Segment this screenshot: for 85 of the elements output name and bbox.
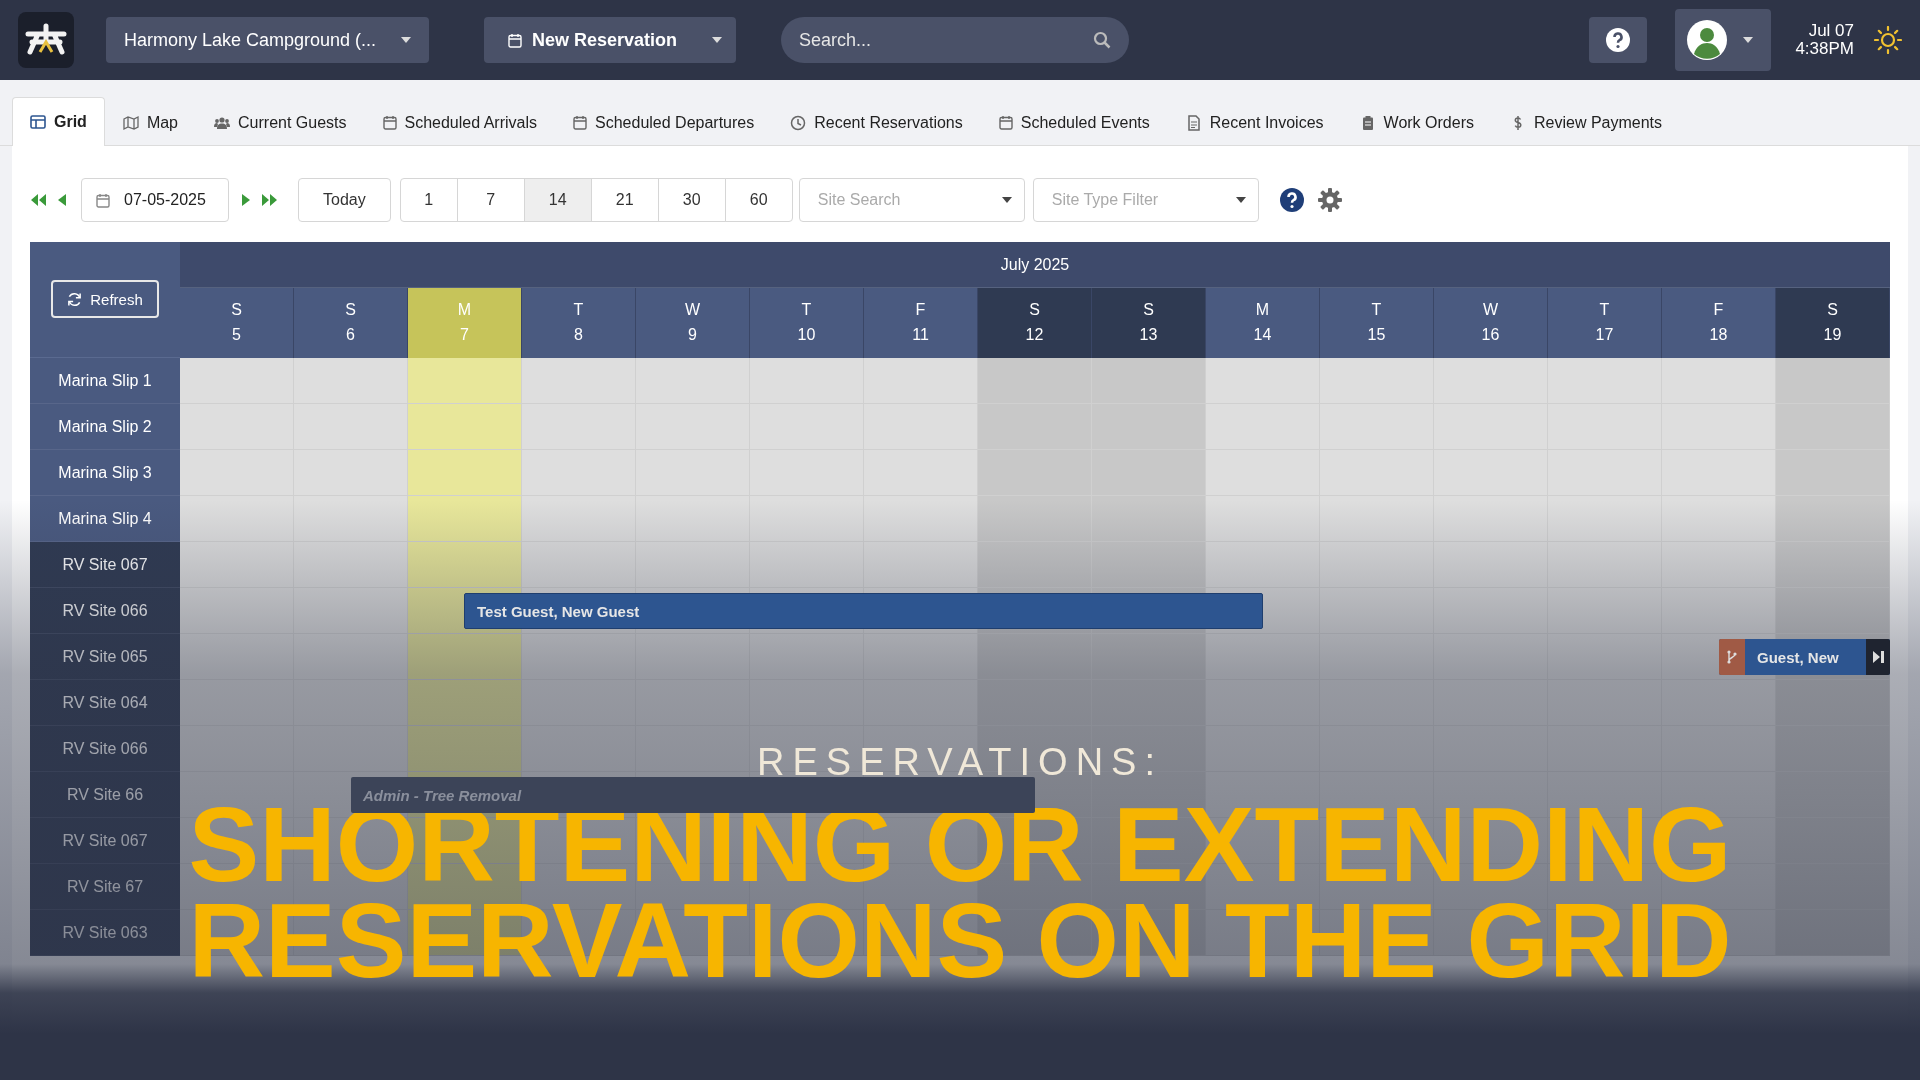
tab[interactable]: Recent Reservations <box>772 98 981 146</box>
split-icon <box>1727 650 1737 664</box>
new-reservation-button[interactable]: New Reservation <box>484 17 736 63</box>
skip-end-icon <box>1872 651 1884 663</box>
tab[interactable]: Scheduled Events <box>980 98 1168 146</box>
users-icon <box>214 114 230 131</box>
clock-icon <box>790 114 807 131</box>
site-label[interactable]: RV Site 067 <box>30 818 180 864</box>
day-header: M 7 <box>408 288 522 358</box>
period-button[interactable]: 60 <box>724 178 793 222</box>
sun-icon[interactable] <box>1874 26 1902 54</box>
help-icon <box>1605 27 1632 53</box>
tab[interactable]: Map <box>104 98 196 146</box>
date-field[interactable]: 07-05-2025 <box>81 178 229 222</box>
tab[interactable]: Scheduled Arrivals <box>364 98 555 146</box>
site-label[interactable]: RV Site 065 <box>30 634 180 680</box>
refresh-icon <box>67 291 83 307</box>
reservation-bar[interactable]: Test Guest, New Guest <box>464 593 1263 629</box>
period-button[interactable]: 30 <box>657 178 726 222</box>
caret-icon <box>401 37 411 43</box>
day-header: W 16 <box>1434 288 1548 358</box>
day-header: T 8 <box>522 288 636 358</box>
site-label[interactable]: RV Site 067 <box>30 542 180 588</box>
campground-dropdown[interactable]: Harmony Lake Campground (... <box>106 17 429 63</box>
day-header: S 19 <box>1776 288 1890 358</box>
caret-icon <box>1235 197 1246 203</box>
day-header: T 17 <box>1548 288 1662 358</box>
time-text: 4:38PM <box>1795 40 1854 58</box>
calendar-icon <box>998 115 1013 130</box>
settings-icon[interactable] <box>1316 187 1343 213</box>
logo-icon[interactable] <box>18 12 74 68</box>
calendar-icon <box>573 115 587 130</box>
date-text: Jul 07 <box>1807 22 1854 40</box>
avatar-icon <box>1687 20 1728 60</box>
day-header: S 6 <box>294 288 408 358</box>
day-header: W 9 <box>636 288 750 358</box>
day-header: F 18 <box>1662 288 1776 358</box>
caret-icon <box>1743 37 1754 43</box>
tab[interactable]: Scheduled Departures <box>555 98 773 146</box>
tab[interactable]: Grid <box>12 97 105 146</box>
period-button[interactable]: 21 <box>590 178 659 222</box>
table-icon <box>30 114 46 130</box>
day-header: S 5 <box>180 288 294 358</box>
tab[interactable]: Recent Invoices <box>1167 98 1342 146</box>
site-label[interactable]: RV Site 066 <box>30 726 180 772</box>
site-label[interactable]: RV Site 063 <box>30 910 180 956</box>
day-header: S 12 <box>978 288 1092 358</box>
caret-icon <box>712 37 722 43</box>
title: RESERVATIONS ON THE GRID <box>188 900 1732 980</box>
caret-icon <box>1001 197 1012 203</box>
calendar-icon <box>96 192 110 208</box>
day-header: T 15 <box>1320 288 1434 358</box>
site-label[interactable]: Marina Slip 4 <box>30 496 180 542</box>
day-header: T 10 <box>750 288 864 358</box>
guest-name: Guest, New <box>1756 648 1840 666</box>
site-label[interactable]: RV Site 066 <box>30 588 180 634</box>
user-menu-button[interactable] <box>1675 9 1772 71</box>
day-header: M 14 <box>1206 288 1320 358</box>
calendar-icon <box>382 115 397 130</box>
day-header: F 11 <box>864 288 978 358</box>
tab[interactable]: Review Payments <box>1491 98 1680 146</box>
first-page-icon[interactable] <box>30 193 47 207</box>
site-label[interactable]: Marina Slip 1 <box>30 358 180 404</box>
period-button[interactable]: 1 <box>399 178 458 222</box>
refresh-button[interactable]: Refresh <box>51 280 159 318</box>
calendar-icon <box>508 32 522 48</box>
reservation-bar[interactable]: Guest, New <box>1719 639 1890 675</box>
period-button[interactable]: 14 <box>523 178 592 222</box>
help-icon[interactable] <box>1278 187 1305 213</box>
last-page-icon[interactable] <box>261 193 278 207</box>
site-label[interactable]: RV Site 66 <box>30 772 180 818</box>
site-label[interactable]: Marina Slip 3 <box>30 450 180 496</box>
map-icon <box>122 114 139 131</box>
tab[interactable]: Work Orders <box>1341 98 1492 146</box>
site-label[interactable]: Marina Slip 2 <box>30 404 180 450</box>
site-label[interactable]: RV Site 67 <box>30 864 180 910</box>
period-button[interactable]: 7 <box>456 178 525 222</box>
tab[interactable]: Current Guests <box>196 98 365 146</box>
today-button[interactable]: Today <box>298 178 391 222</box>
search-field[interactable]: Search... <box>781 17 1129 63</box>
help-button[interactable] <box>1589 17 1648 63</box>
day-header: S 13 <box>1092 288 1206 358</box>
month-header: July 2025 <box>180 242 1890 288</box>
document-icon <box>1185 114 1202 131</box>
site-label[interactable]: RV Site 064 <box>30 680 180 726</box>
